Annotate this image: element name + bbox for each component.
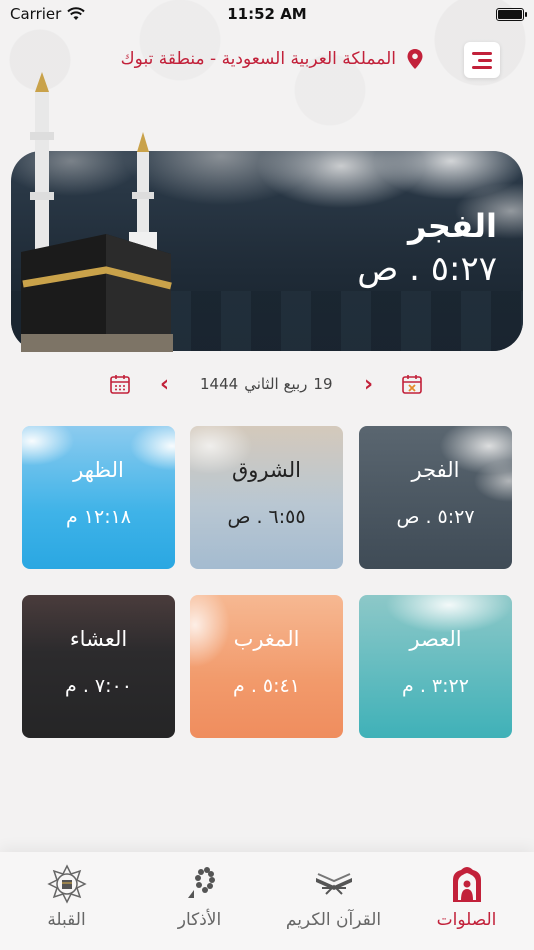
prayer-name: العصر bbox=[409, 627, 462, 651]
prayer-name: الشروق bbox=[232, 458, 301, 482]
tab-label: الأذكار bbox=[177, 910, 222, 930]
status-bar: Carrier 11:52 AM bbox=[0, 0, 534, 28]
mosque-prayer-icon bbox=[452, 867, 481, 902]
prayer-time: ٥:٢٧ . ص bbox=[396, 506, 475, 528]
prayer-name: الفجر bbox=[411, 458, 460, 482]
tab-azkar[interactable]: الأذكار bbox=[133, 852, 266, 950]
date-month: ربيع الثاني bbox=[244, 375, 308, 393]
prayer-name: المغرب bbox=[233, 627, 300, 651]
chevron-left-icon: ‹ bbox=[160, 371, 170, 397]
next-prayer-time: ٥:٢٧ . ص bbox=[357, 249, 497, 289]
kaaba-illustration bbox=[21, 72, 173, 352]
prayer-card-asr[interactable]: العصر ٣:٢٢ . م bbox=[359, 595, 512, 738]
location-label: المملكة العربية السعودية - منطقة تبوك bbox=[120, 49, 396, 69]
hijri-date: 19 ربيع الثاني 1444 bbox=[200, 370, 333, 398]
prayer-time: ٥:٤١ . م bbox=[233, 675, 300, 697]
bottom-navigation: الصلوات القرآن الكريم الأذكار القبلة bbox=[0, 852, 534, 950]
prayer-name: العشاء bbox=[69, 627, 128, 651]
tab-quran[interactable]: القرآن الكريم bbox=[267, 852, 400, 950]
tab-prayers[interactable]: الصلوات bbox=[400, 852, 533, 950]
chevron-right-icon: › bbox=[364, 371, 374, 397]
calendar-today-icon bbox=[402, 375, 422, 394]
clock: 11:52 AM bbox=[227, 5, 307, 23]
prayer-time: ٣:٢٢ . م bbox=[402, 675, 469, 697]
prayer-card-isha[interactable]: العشاء ٧:٠٠ . م bbox=[22, 595, 175, 738]
next-prayer-name: الفجر bbox=[408, 207, 497, 245]
battery-icon bbox=[496, 7, 527, 21]
prayer-card-fajr[interactable]: الفجر ٥:٢٧ . ص bbox=[359, 426, 512, 569]
next-day-button[interactable]: › bbox=[364, 370, 373, 398]
prayer-beads-icon bbox=[187, 867, 215, 898]
prayer-name: الظهر bbox=[73, 458, 124, 482]
location-selector[interactable]: المملكة العربية السعودية - منطقة تبوك bbox=[121, 48, 424, 70]
prayer-card-shurooq[interactable]: الشروق ٦:٥٥ . ص bbox=[190, 426, 343, 569]
location-pin-icon bbox=[407, 49, 423, 69]
qibla-compass-icon bbox=[46, 864, 87, 904]
date-navigation: ‹ 19 ربيع الثاني 1444 › bbox=[0, 370, 534, 398]
quran-book-icon bbox=[315, 873, 352, 895]
calendar-icon bbox=[110, 375, 130, 394]
next-prayer-info: الفجر ٥:٢٧ . ص bbox=[357, 207, 497, 289]
tab-qibla[interactable]: القبلة bbox=[0, 852, 133, 950]
tab-label: القبلة bbox=[47, 910, 86, 930]
calendar-button[interactable] bbox=[109, 370, 131, 398]
prayer-time: ٧:٠٠ . م bbox=[65, 675, 132, 697]
tab-label: القرآن الكريم bbox=[285, 910, 382, 930]
prayer-time: ١٢:١٨ م bbox=[65, 506, 132, 528]
tab-label: الصلوات bbox=[436, 910, 497, 930]
prayer-card-maghrib[interactable]: المغرب ٥:٤١ . م bbox=[190, 595, 343, 738]
date-day: 19 bbox=[313, 375, 333, 393]
date-year: 1444 bbox=[200, 375, 239, 393]
previous-day-button[interactable]: ‹ bbox=[160, 370, 169, 398]
today-button[interactable] bbox=[401, 370, 423, 398]
menu-button[interactable] bbox=[464, 42, 500, 78]
prayer-card-dhuhr[interactable]: الظهر ١٢:١٨ م bbox=[22, 426, 175, 569]
prayer-time: ٦:٥٥ . ص bbox=[227, 506, 306, 528]
